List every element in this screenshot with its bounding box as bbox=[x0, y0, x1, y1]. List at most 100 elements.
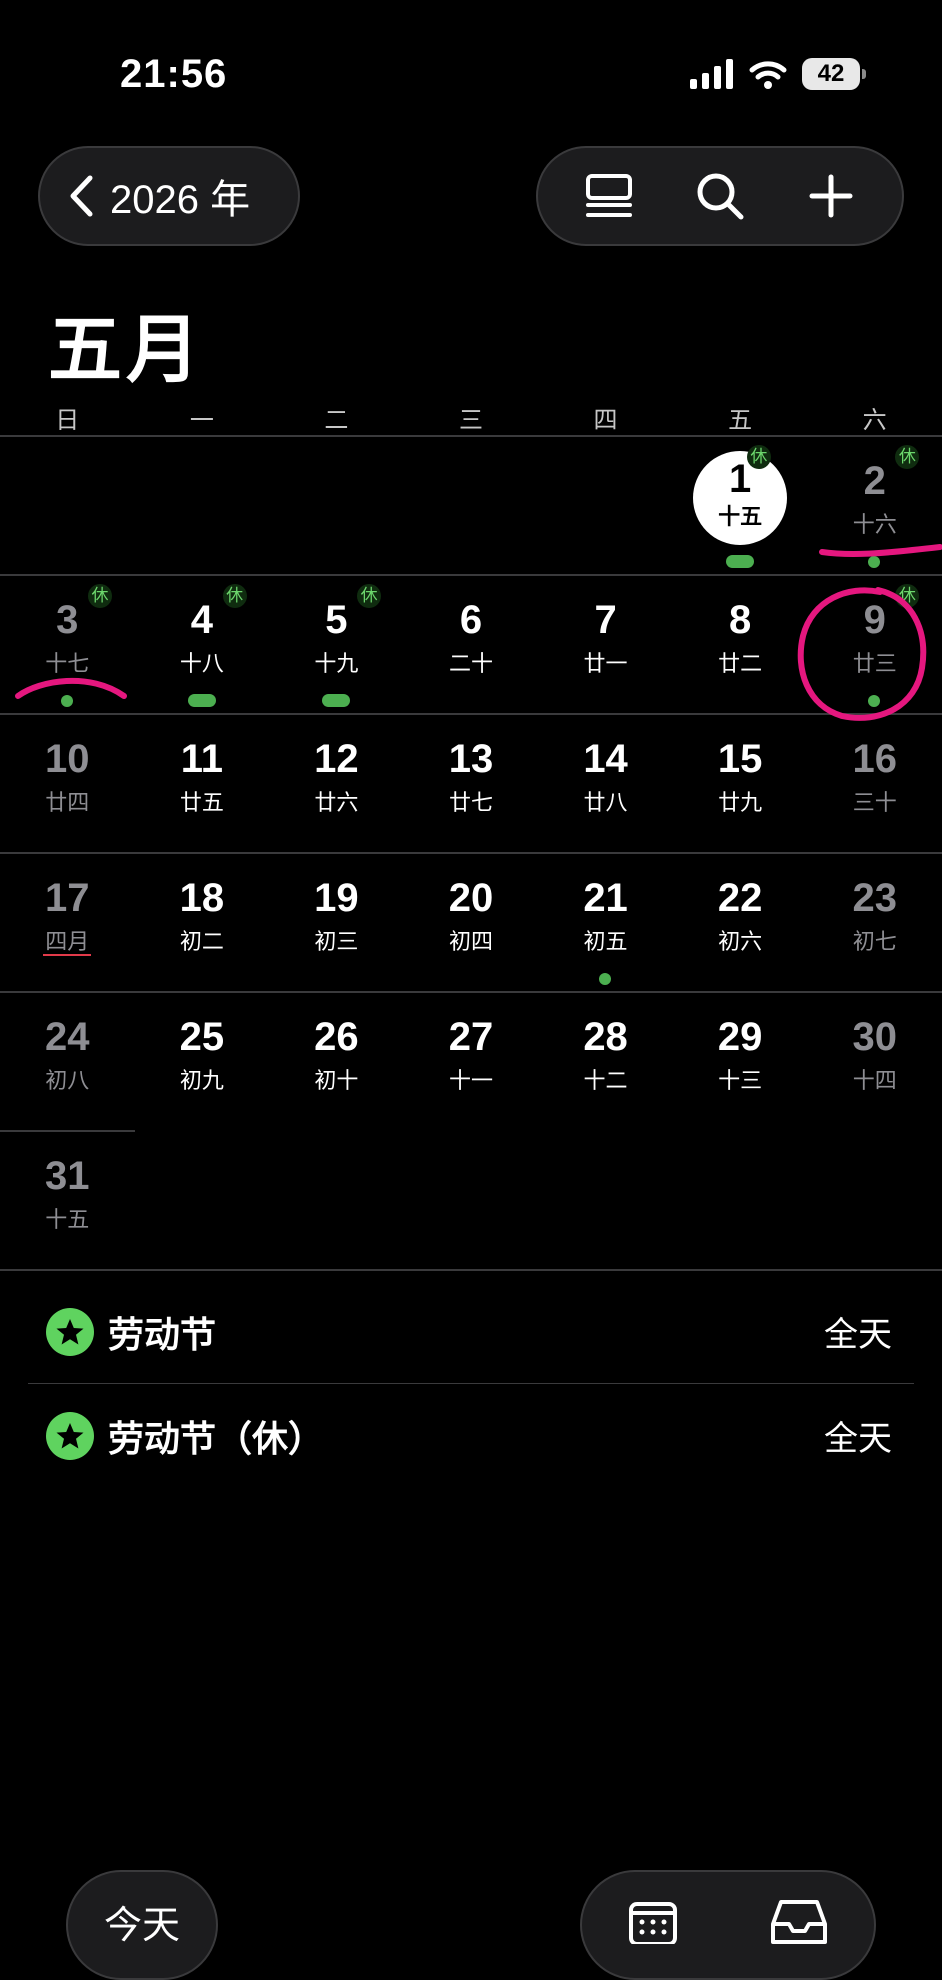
day-number: 11 bbox=[180, 737, 223, 781]
day-number: 16 bbox=[852, 737, 897, 781]
holiday-badge: 休 bbox=[357, 584, 382, 608]
lunar-date: 初二 bbox=[179, 929, 224, 954]
day-cell-6[interactable]: 6 二十 bbox=[404, 576, 539, 715]
day-cell-18[interactable]: 18 初二 bbox=[135, 854, 270, 993]
list-view-button[interactable] bbox=[569, 156, 649, 236]
status-icons: 42 bbox=[690, 58, 866, 90]
day-cell-5[interactable]: 5 十九 休 bbox=[269, 576, 404, 715]
event-dot-indicator bbox=[599, 973, 612, 985]
lunar-date: 十八 bbox=[179, 651, 224, 676]
weekday-label: 四 bbox=[593, 407, 618, 434]
day-cell-25[interactable]: 25 初九 bbox=[135, 993, 270, 1132]
day-cell-4[interactable]: 4 十八 休 bbox=[135, 576, 270, 715]
event-time: 全天 bbox=[824, 1420, 892, 1458]
day-cell-22[interactable]: 22 初六 bbox=[673, 854, 808, 993]
day-cell-2[interactable]: 2 十六 休 bbox=[807, 437, 942, 576]
day-cell-7[interactable]: 7 廿一 bbox=[538, 576, 673, 715]
day-cell-29[interactable]: 29 十三 bbox=[673, 993, 808, 1132]
weekday-label: 一 bbox=[189, 407, 214, 434]
lunar-date: 廿四 bbox=[45, 790, 90, 815]
day-cell-19[interactable]: 19 初三 bbox=[269, 854, 404, 993]
day-number: 6 bbox=[459, 598, 483, 642]
day-cell-11[interactable]: 11 廿五 bbox=[135, 715, 270, 854]
wifi-icon bbox=[749, 61, 787, 89]
lunar-date: 十四 bbox=[852, 1068, 897, 1093]
back-to-year-button[interactable]: 2026 年 bbox=[38, 146, 300, 246]
search-icon bbox=[697, 173, 744, 220]
day-cell-26[interactable]: 26 初十 bbox=[269, 993, 404, 1132]
day-cell-14[interactable]: 14 廿八 bbox=[538, 715, 673, 854]
back-label: 2026 年 bbox=[110, 178, 251, 222]
day-cell-27[interactable]: 27 十一 bbox=[404, 993, 539, 1132]
lunar-date: 初十 bbox=[314, 1068, 359, 1093]
add-event-button[interactable] bbox=[791, 156, 871, 236]
day-number: 24 bbox=[45, 1015, 90, 1059]
lunar-date: 初九 bbox=[179, 1068, 224, 1093]
lunar-date: 十五 bbox=[718, 504, 763, 529]
event-dot-indicator bbox=[868, 695, 881, 707]
day-cell-13[interactable]: 13 廿七 bbox=[404, 715, 539, 854]
holiday-badge: 休 bbox=[746, 445, 771, 469]
day-number: 23 bbox=[852, 876, 897, 920]
event-row[interactable]: 劳动节 全天 bbox=[28, 1280, 914, 1383]
lunar-date: 初五 bbox=[583, 929, 628, 954]
day-number: 28 bbox=[583, 1015, 628, 1059]
lunar-date: 初八 bbox=[45, 1068, 90, 1093]
toolbar-pill bbox=[536, 146, 904, 246]
holiday-badge: 休 bbox=[895, 445, 920, 469]
today-button[interactable]: 今天 bbox=[66, 1870, 218, 1980]
day-cell-23[interactable]: 23 初七 bbox=[807, 854, 942, 993]
weekday-label: 五 bbox=[728, 407, 753, 434]
day-cell-28[interactable]: 28 十二 bbox=[538, 993, 673, 1132]
event-bar-indicator bbox=[725, 555, 754, 568]
event-row[interactable]: 劳动节（休） 全天 bbox=[28, 1383, 914, 1487]
day-number: 9 bbox=[863, 598, 886, 642]
day-cell-10[interactable]: 10 廿四 bbox=[0, 715, 135, 854]
day-cell-31[interactable]: 31 十五 bbox=[0, 1132, 135, 1271]
month-title: 五月 bbox=[48, 308, 204, 391]
lunar-date: 十九 bbox=[314, 651, 359, 676]
events-list: 劳动节 全天 劳动节（休） 全天 bbox=[28, 1280, 914, 1487]
day-number: 7 bbox=[594, 598, 617, 642]
lunar-date: 廿八 bbox=[583, 790, 628, 815]
lunar-date: 初七 bbox=[852, 929, 897, 954]
day-cell-15[interactable]: 15 廿九 bbox=[673, 715, 808, 854]
day-number: 5 bbox=[325, 598, 348, 642]
search-button[interactable] bbox=[680, 156, 760, 236]
lunar-date: 廿一 bbox=[583, 651, 628, 676]
day-cell-12[interactable]: 12 廿六 bbox=[269, 715, 404, 854]
day-cell-8[interactable]: 8 廿二 bbox=[673, 576, 808, 715]
event-bar-indicator bbox=[322, 694, 351, 707]
lunar-date: 初六 bbox=[718, 929, 763, 954]
lunar-date: 初三 bbox=[314, 929, 359, 954]
lunar-date: 廿二 bbox=[718, 651, 763, 676]
lunar-date: 四月 bbox=[43, 929, 92, 956]
lunar-date: 十三 bbox=[718, 1068, 763, 1093]
event-dot-indicator bbox=[868, 556, 881, 568]
day-number: 8 bbox=[729, 598, 752, 642]
day-cell-30[interactable]: 30 十四 bbox=[807, 993, 942, 1132]
weekday-label: 三 bbox=[458, 407, 483, 434]
day-cell-1[interactable]: 1 十五 休 bbox=[673, 437, 808, 576]
day-cell-20[interactable]: 20 初四 bbox=[404, 854, 539, 993]
day-cell-16[interactable]: 16 三十 bbox=[807, 715, 942, 854]
inbox-button[interactable] bbox=[769, 1898, 829, 1978]
lunar-date: 十一 bbox=[448, 1068, 493, 1093]
lunar-date: 十六 bbox=[852, 512, 897, 537]
lunar-date: 初四 bbox=[448, 929, 493, 954]
day-number: 27 bbox=[448, 1015, 494, 1059]
day-cell-21[interactable]: 21 初五 bbox=[538, 854, 673, 993]
day-number: 21 bbox=[583, 876, 628, 920]
weekday-header: 日 一 二 三 四 五 六 bbox=[0, 400, 942, 434]
grid-bottom-separator bbox=[0, 1269, 942, 1271]
weekday-label: 六 bbox=[862, 407, 887, 434]
day-cell-24[interactable]: 24 初八 bbox=[0, 993, 135, 1132]
day-number: 1 bbox=[729, 457, 752, 501]
day-cell-17[interactable]: 17 四月 bbox=[0, 854, 135, 993]
day-cell-9[interactable]: 9 廿三 休 bbox=[807, 576, 942, 715]
calendar-grid-button[interactable] bbox=[628, 1898, 678, 1978]
battery-indicator: 42 bbox=[802, 58, 866, 90]
day-cell-3[interactable]: 3 十七 休 bbox=[0, 576, 135, 715]
event-time: 全天 bbox=[824, 1316, 892, 1354]
chevron-left-icon bbox=[70, 175, 93, 217]
